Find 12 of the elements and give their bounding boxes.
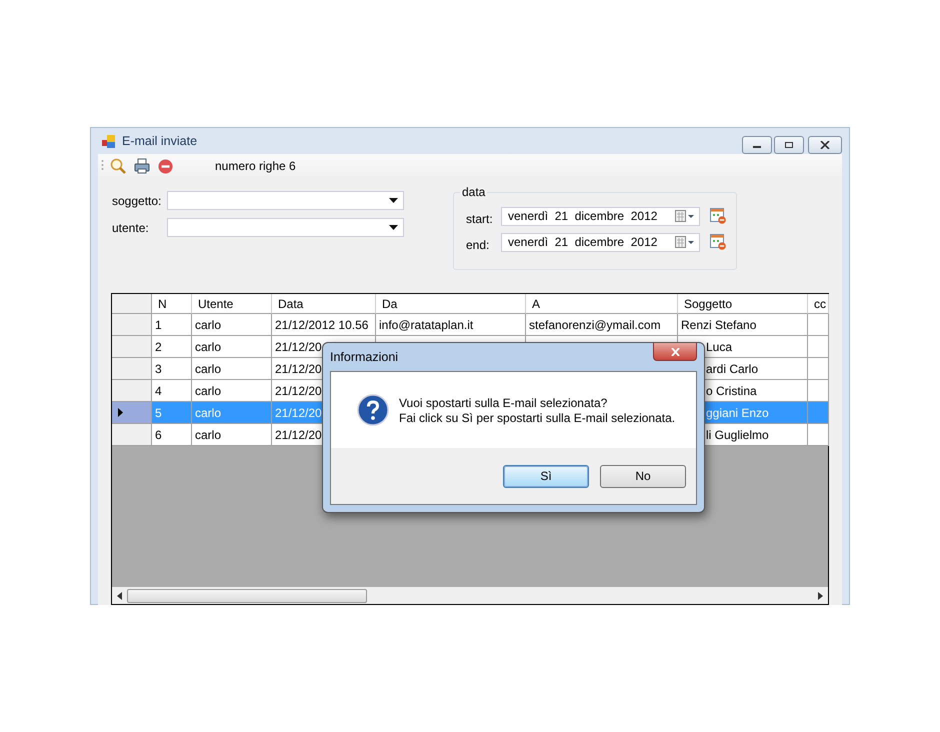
table-cell: carlo <box>192 402 272 424</box>
row-count-label: numero righe 6 <box>215 159 296 173</box>
filter-label: soggetto: <box>112 194 162 208</box>
table-cell: carlo <box>192 424 272 446</box>
filter-label: utente: <box>112 220 150 234</box>
group-title: data <box>460 185 488 199</box>
dialog-message: Fai click su Sì per spostarti sulla E-mail selezionata. <box>399 410 676 424</box>
table-cell: 5 <box>152 402 192 424</box>
date-label: start: <box>466 212 494 226</box>
date-label: end: <box>466 238 490 252</box>
window-title: E-mail inviate <box>122 134 198 148</box>
table-cell: 6 <box>152 424 192 446</box>
